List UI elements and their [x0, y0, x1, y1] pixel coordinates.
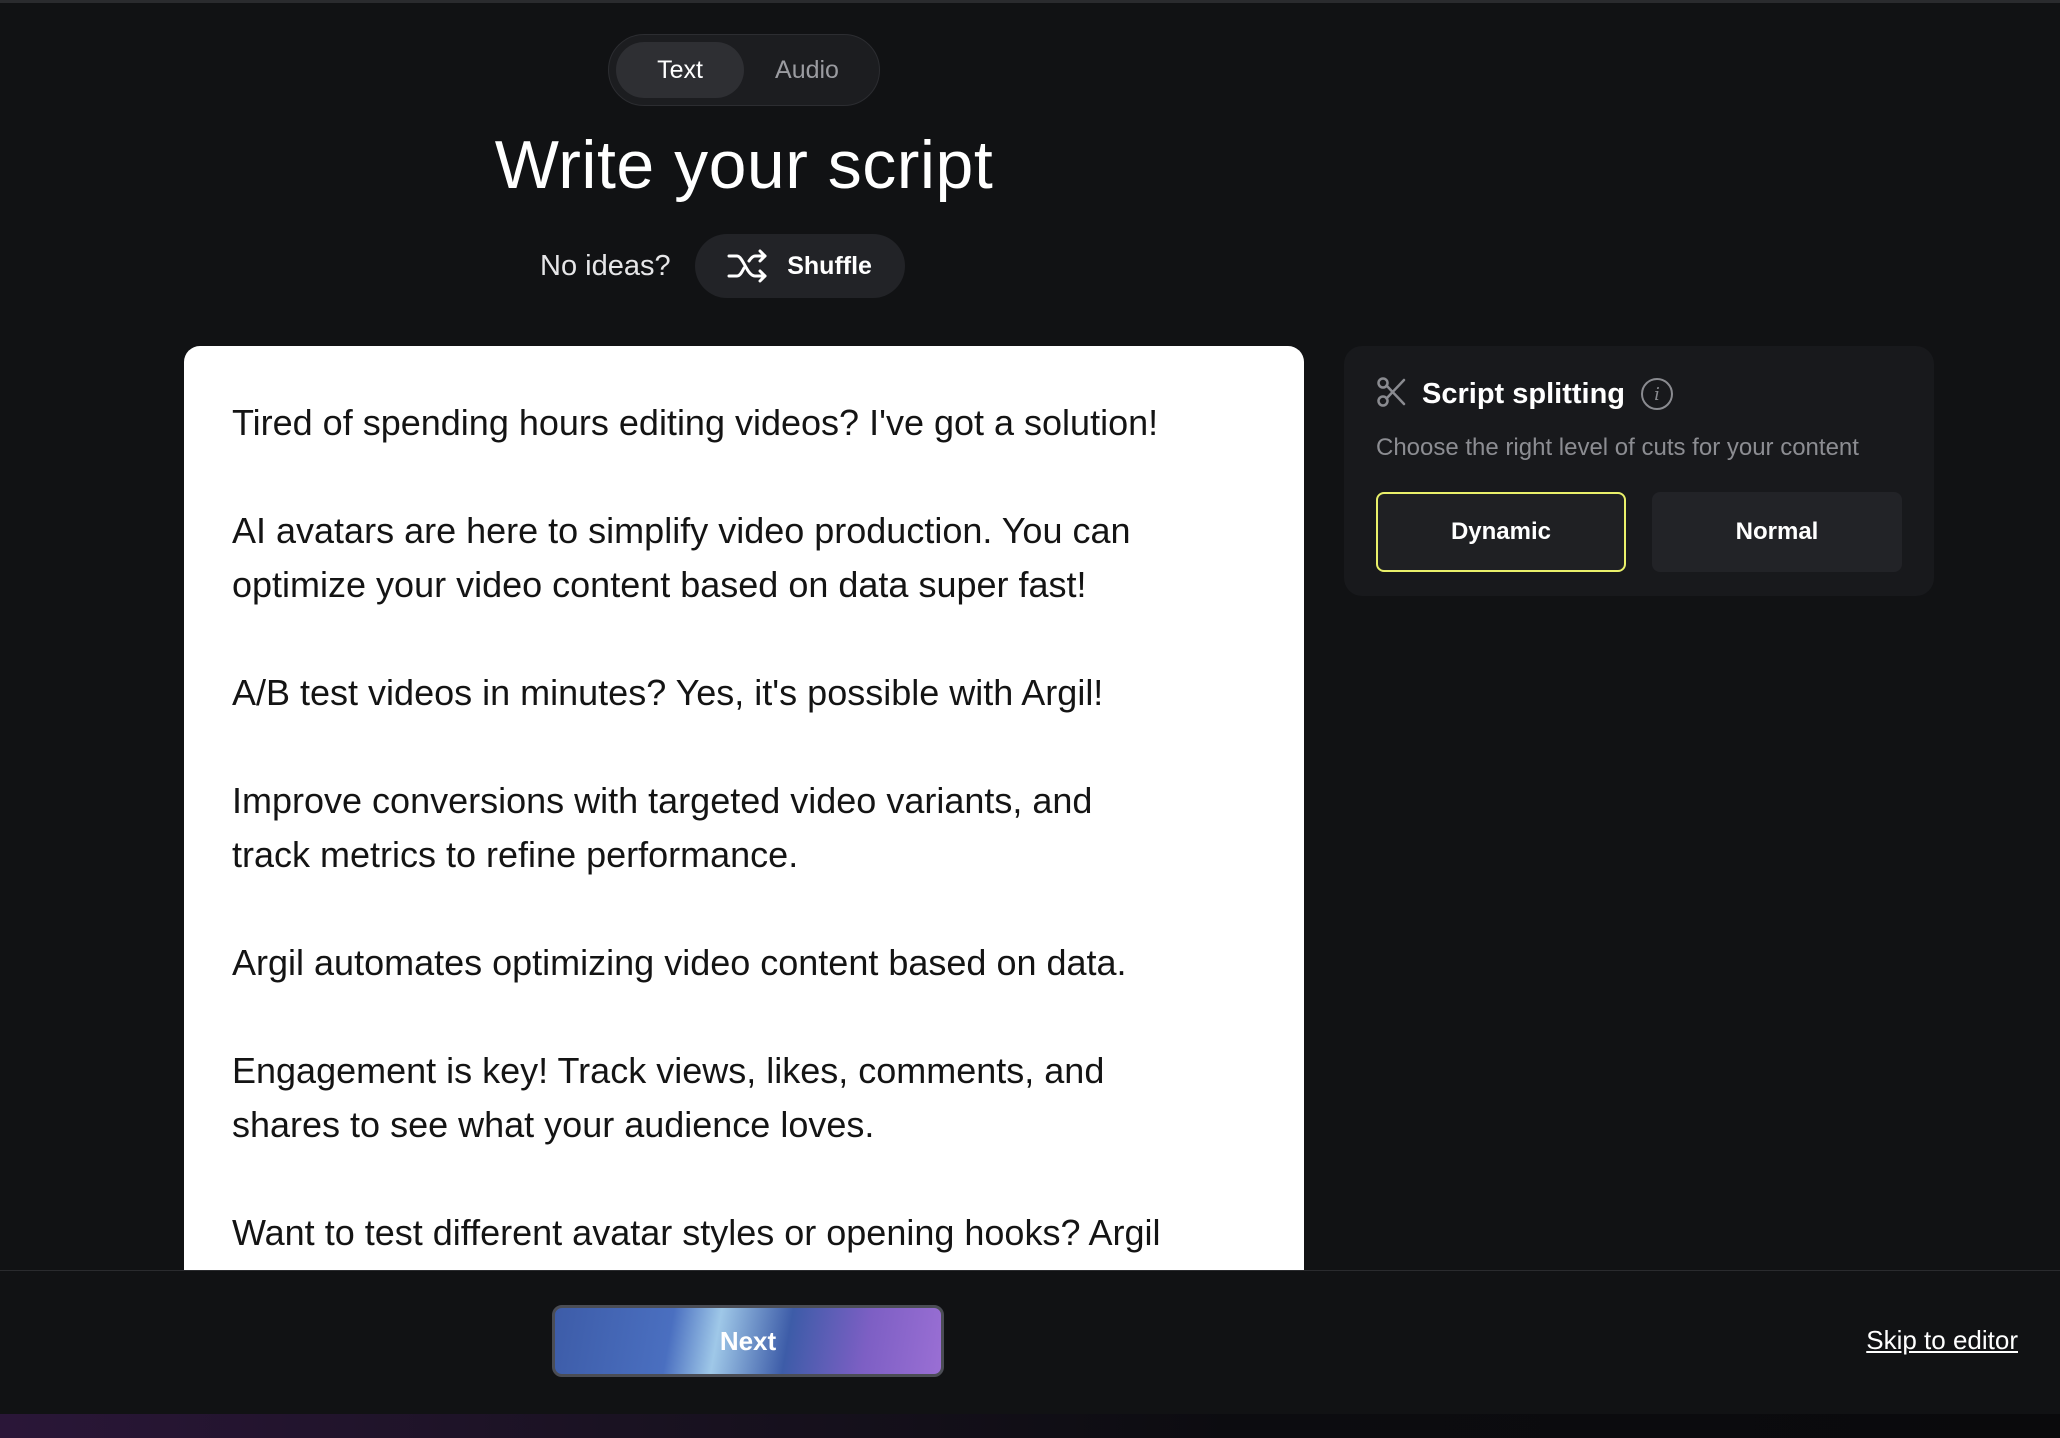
script-splitting-header: Script splitting i — [1376, 374, 1902, 414]
page-title: Write your script — [494, 127, 994, 203]
skip-to-editor-link[interactable]: Skip to editor — [1866, 1325, 2018, 1356]
script-splitting-subtitle: Choose the right level of cuts for your … — [1376, 434, 1859, 461]
script-paragraph: Improve conversions with targeted video … — [232, 780, 1093, 875]
ideas-row: No ideas? Shuffle — [540, 234, 905, 298]
script-editor[interactable]: Tired of spending hours editing videos? … — [184, 346, 1304, 1270]
script-paragraph: AI avatars are here to simplify video pr… — [232, 510, 1131, 605]
footer-bar: Next Skip to editor — [0, 1270, 2060, 1414]
script-paragraph: Argil automates optimizing video content… — [232, 942, 1127, 983]
scissors-icon — [1376, 376, 1406, 413]
script-splitting-title: Script splitting — [1422, 377, 1625, 410]
tab-text[interactable]: Text — [616, 42, 744, 98]
script-page: Text Audio Write your script No ideas? S… — [0, 0, 2060, 1438]
shuffle-button[interactable]: Shuffle — [694, 234, 905, 298]
next-button[interactable]: Next — [552, 1305, 944, 1377]
mode-toggle: Text Audio — [608, 34, 880, 106]
shuffle-icon — [727, 249, 769, 283]
split-options: Dynamic Normal — [1376, 492, 1902, 572]
tab-audio[interactable]: Audio — [744, 42, 870, 98]
normal-option[interactable]: Normal — [1652, 492, 1902, 572]
shuffle-label: Shuffle — [787, 251, 872, 280]
top-divider — [0, 0, 2060, 3]
info-icon[interactable]: i — [1641, 378, 1673, 410]
bottom-gradient-strip — [0, 1414, 2060, 1438]
script-paragraph: Engagement is key! Track views, likes, c… — [232, 1050, 1105, 1145]
no-ideas-label: No ideas? — [540, 249, 671, 282]
script-splitting-panel: Script splitting i Choose the right leve… — [1344, 346, 1934, 596]
dynamic-option[interactable]: Dynamic — [1376, 492, 1626, 572]
script-paragraph: A/B test videos in minutes? Yes, it's po… — [232, 672, 1104, 713]
script-paragraph: Want to test different avatar styles or … — [232, 1212, 1161, 1253]
script-paragraph: Tired of spending hours editing videos? … — [232, 402, 1159, 443]
